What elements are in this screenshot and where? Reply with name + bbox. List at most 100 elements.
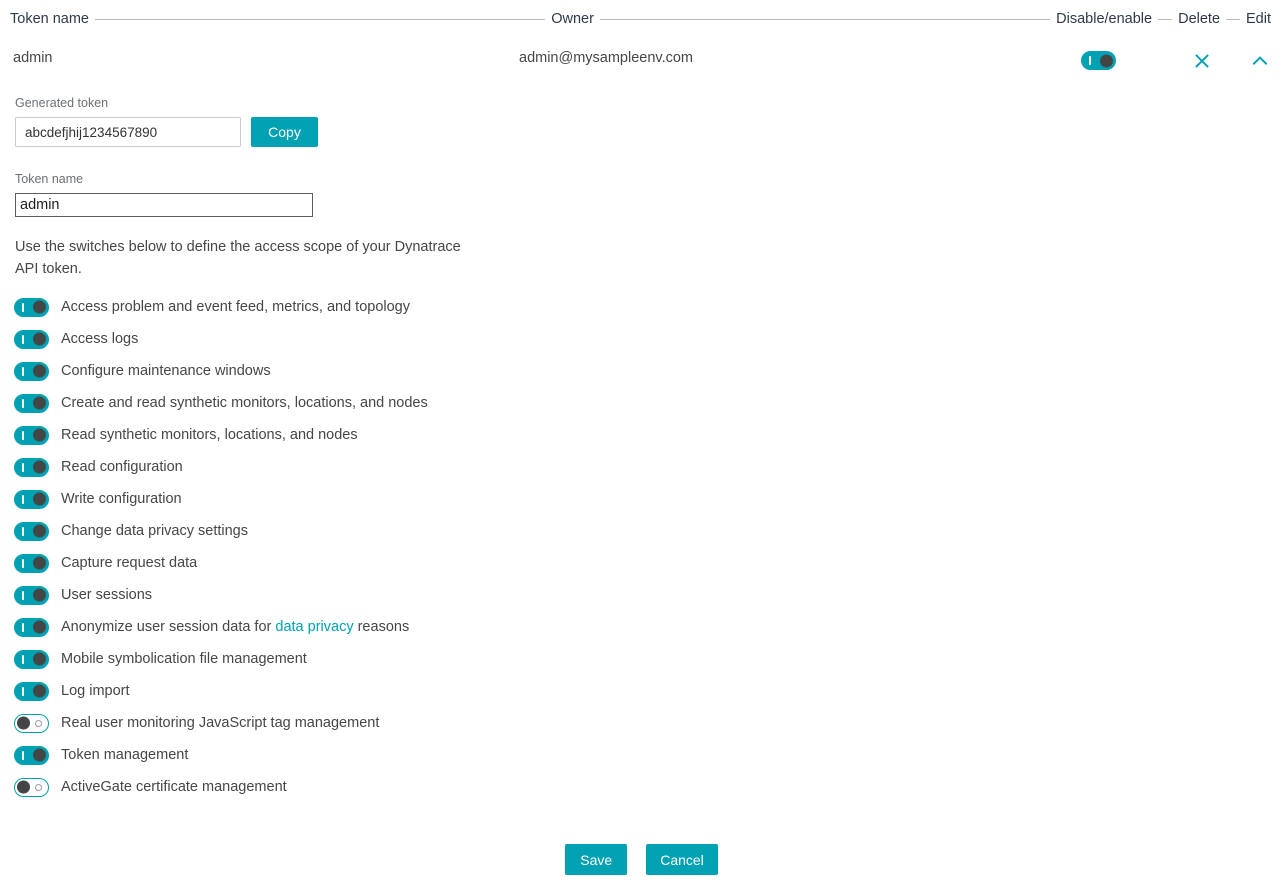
scope-item[interactable]: Anonymize user session data for data pri… (0, 611, 1283, 643)
header-rule (599, 18, 1051, 20)
toggle-knob (33, 460, 46, 474)
column-header-edit: Edit (1246, 11, 1272, 27)
scope-item[interactable]: Access problem and event feed, metrics, … (0, 291, 1283, 323)
scope-toggle[interactable] (14, 361, 49, 381)
scope-item[interactable]: Mobile symbolication file management (0, 643, 1283, 675)
header-rule (1226, 18, 1241, 20)
toggle-knob (17, 716, 30, 730)
scope-label: Mobile symbolication file management (61, 651, 307, 667)
scope-toggle[interactable] (14, 329, 49, 349)
scope-item[interactable]: Log import (0, 675, 1283, 707)
form-actions: Save Cancel (0, 844, 1283, 875)
close-x-icon (1195, 54, 1209, 68)
scope-item[interactable]: Capture request data (0, 547, 1283, 579)
save-button[interactable]: Save (565, 844, 628, 875)
scope-item[interactable]: Real user monitoring JavaScript tag mana… (0, 707, 1283, 739)
scope-toggle[interactable] (14, 457, 49, 477)
chevron-up-icon (1252, 56, 1268, 65)
scope-item[interactable]: Configure maintenance windows (0, 355, 1283, 387)
scope-toggle[interactable] (14, 617, 49, 637)
toggle-knob (33, 332, 46, 346)
scope-toggle[interactable] (14, 649, 49, 669)
scope-item[interactable]: Access logs (0, 323, 1283, 355)
scope-item[interactable]: Token management (0, 739, 1283, 771)
toggle-knob (33, 396, 46, 410)
toggle-on-mark (22, 334, 24, 344)
cancel-button[interactable]: Cancel (646, 844, 718, 875)
toggle-on-mark (22, 302, 24, 312)
cell-token-name: admin (13, 50, 53, 66)
toggle-knob (33, 428, 46, 442)
scope-item[interactable]: ActiveGate certificate management (0, 771, 1283, 803)
generated-token-input[interactable] (15, 117, 241, 147)
toggle-knob (33, 684, 46, 698)
toggle-knob (33, 620, 46, 634)
toggle-knob (33, 492, 46, 506)
header-rule (95, 18, 546, 20)
scope-label: Anonymize user session data for data pri… (61, 619, 410, 635)
scope-toggle[interactable] (14, 585, 49, 605)
token-name-input[interactable] (15, 193, 313, 217)
toggle-on-mark (22, 462, 24, 472)
scope-label: Write configuration (61, 491, 182, 507)
toggle-on-mark (22, 398, 24, 408)
toggle-on-mark (22, 654, 24, 664)
table-row[interactable]: admin admin@mysampleenv.com (0, 44, 1283, 80)
delete-token-button[interactable] (1185, 44, 1219, 78)
data-privacy-link[interactable]: data privacy (275, 619, 353, 635)
toggle-switch[interactable] (1081, 51, 1116, 70)
toggle-on-mark (22, 430, 24, 440)
column-header-token-name: Token name (10, 11, 89, 27)
scope-label: Capture request data (61, 555, 198, 571)
scope-label: ActiveGate certificate management (61, 779, 287, 795)
scope-toggle[interactable] (14, 553, 49, 573)
scope-label: Configure maintenance windows (61, 363, 271, 379)
toggle-on-mark (22, 750, 24, 760)
scope-item[interactable]: User sessions (0, 579, 1283, 611)
scope-toggle[interactable] (14, 745, 49, 765)
scope-toggle[interactable] (14, 681, 49, 701)
toggle-knob (33, 652, 46, 666)
scope-label: Read synthetic monitors, locations, and … (61, 427, 358, 443)
token-name-label: Token name (15, 172, 84, 186)
scope-toggle[interactable] (14, 393, 49, 413)
scope-toggle[interactable] (14, 297, 49, 317)
header-rule (1158, 18, 1173, 20)
copy-button[interactable]: Copy (251, 117, 318, 147)
scope-toggle[interactable] (14, 425, 49, 445)
scope-toggle[interactable] (14, 713, 49, 733)
scope-item[interactable]: Read configuration (0, 451, 1283, 483)
scope-toggle[interactable] (14, 521, 49, 541)
toggle-on-mark (22, 622, 24, 632)
scope-item[interactable]: Read synthetic monitors, locations, and … (0, 419, 1283, 451)
toggle-on-mark (1089, 56, 1091, 65)
scope-label: Change data privacy settings (61, 523, 248, 539)
scope-toggle[interactable] (14, 489, 49, 509)
column-header-owner: Owner (551, 11, 594, 27)
toggle-on-mark (22, 526, 24, 536)
column-header-disable-enable: Disable/enable (1056, 11, 1153, 27)
token-detail-panel: Generated token Copy Token name Use the … (0, 96, 1283, 803)
row-enable-toggle[interactable] (1081, 51, 1116, 71)
toggle-knob (1100, 54, 1113, 67)
edit-token-button[interactable] (1243, 44, 1277, 78)
toggle-knob (17, 780, 30, 794)
toggle-on-mark (22, 494, 24, 504)
cell-owner: admin@mysampleenv.com (519, 50, 694, 66)
scope-list: Access problem and event feed, metrics, … (0, 291, 1283, 803)
toggle-on-mark (22, 366, 24, 376)
scope-toggle[interactable] (14, 777, 49, 797)
generated-token-row: Copy (15, 117, 1283, 147)
scope-label: Token management (61, 747, 189, 763)
toggle-on-mark (22, 686, 24, 696)
scope-label: Access problem and event feed, metrics, … (61, 299, 410, 315)
toggle-off-mark (35, 719, 42, 727)
scope-label: Access logs (61, 331, 139, 347)
toggle-knob (33, 748, 46, 762)
toggle-knob (33, 556, 46, 570)
toggle-knob (33, 524, 46, 538)
scope-item[interactable]: Change data privacy settings (0, 515, 1283, 547)
scope-label: Create and read synthetic monitors, loca… (61, 395, 428, 411)
scope-item[interactable]: Create and read synthetic monitors, loca… (0, 387, 1283, 419)
scope-item[interactable]: Write configuration (0, 483, 1283, 515)
